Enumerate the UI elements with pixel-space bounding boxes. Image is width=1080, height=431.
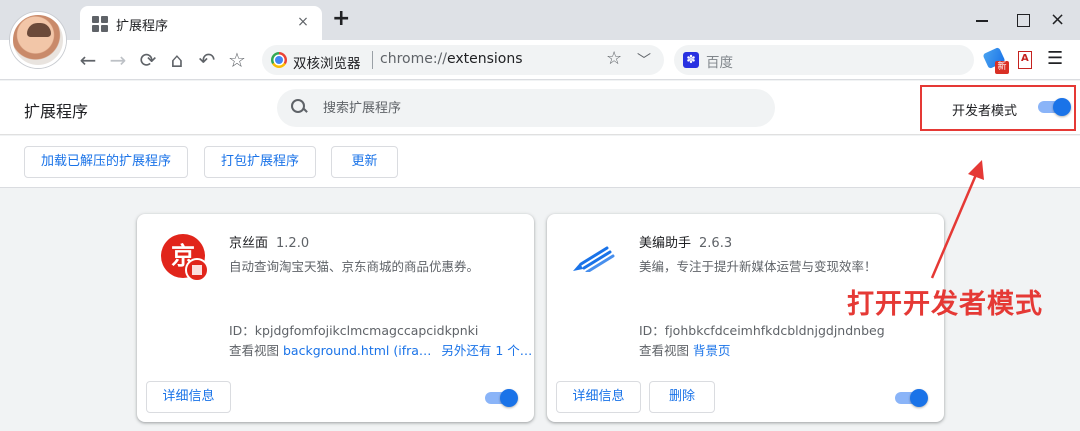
- extension-id: ID：kpjdgfomfojikclmcmagccapcidkpnki: [229, 323, 479, 338]
- extension-version: 1.2.0: [276, 236, 310, 251]
- bookmark-star-icon[interactable]: ☆: [225, 48, 249, 72]
- url-text[interactable]: chrome://extensions: [380, 51, 523, 67]
- details-button[interactable]: 详细信息: [146, 381, 231, 413]
- menu-icon[interactable]: ☰: [1047, 48, 1063, 69]
- tab-extensions[interactable]: 扩展程序 ×: [80, 6, 322, 40]
- chevron-down-icon[interactable]: ﹀: [637, 50, 651, 70]
- developer-mode-highlight-box: [920, 85, 1076, 131]
- browser-name: 双核浏览器: [293, 56, 361, 72]
- extension-version: 2.6.3: [699, 236, 733, 251]
- reload-icon[interactable]: ⟳: [136, 48, 160, 72]
- search-engine-name: 百度: [706, 55, 733, 71]
- title-bar: 扩展程序 × + ×: [0, 0, 1080, 40]
- extension-name: 京丝面 1.2.0: [229, 236, 310, 251]
- close-window-button[interactable]: ×: [1050, 10, 1070, 30]
- more-views-link[interactable]: 另外还有 1 个…: [441, 343, 532, 358]
- extension-card: 京 京丝面 1.2.0 自动查询淘宝天猫、京东商城的商品优惠券。 ID：kpjdg…: [137, 214, 534, 422]
- inspect-views: 查看视图 background.html (ifra… 另外还有 1 个…: [229, 343, 533, 358]
- toggle-knob: [910, 389, 928, 407]
- undo-close-icon[interactable]: ↶: [195, 48, 219, 72]
- toggle-knob: [500, 389, 518, 407]
- extension-enable-toggle[interactable]: [893, 389, 928, 407]
- address-bar[interactable]: 双核浏览器 chrome://extensions ☆ ﹀: [262, 45, 664, 75]
- load-unpacked-button[interactable]: 加载已解压的扩展程序: [24, 146, 188, 178]
- extension-search[interactable]: [277, 89, 775, 127]
- search-input[interactable]: [323, 98, 743, 118]
- extension-name: 美编助手 2.6.3: [639, 236, 733, 251]
- update-button[interactable]: 更新: [331, 146, 398, 178]
- background-page-link[interactable]: 背景页: [693, 343, 731, 358]
- remove-button[interactable]: 删除: [649, 381, 715, 413]
- extensions-grid-icon: [92, 16, 108, 32]
- minimize-button[interactable]: [972, 10, 992, 30]
- browser-toolbar: ← → ⟳ ⌂ ↶ ☆ 双核浏览器 chrome://extensions ☆ …: [0, 40, 1080, 80]
- pack-extension-button[interactable]: 打包扩展程序: [204, 146, 316, 178]
- new-badge: 新: [995, 61, 1009, 74]
- extensions-header: 扩展程序 开发者模式: [0, 81, 1080, 135]
- extension-id: ID：fjohbkcfdceimhfkdcbldnjgdjndnbeg: [639, 323, 885, 338]
- baidu-paw-icon: ✽: [683, 52, 699, 68]
- extension-description: 自动查询淘宝天猫、京东商城的商品优惠券。: [229, 259, 480, 274]
- developer-action-bar: 加载已解压的扩展程序 打包扩展程序 更新: [0, 136, 1080, 188]
- maximize-button[interactable]: [1013, 10, 1033, 30]
- inspect-view-link[interactable]: background.html (ifra…: [283, 343, 431, 358]
- address-separator: [372, 51, 373, 69]
- jd-badge-icon: [185, 258, 209, 282]
- tab-title: 扩展程序: [116, 19, 169, 34]
- extension-description: 美编，专注于提升新媒体运营与变现效率！: [639, 259, 877, 274]
- chrome-logo-icon: [271, 52, 287, 68]
- inspect-views: 查看视图 背景页: [639, 343, 731, 358]
- bookmark-page-star-icon[interactable]: ☆: [606, 48, 622, 69]
- forward-icon[interactable]: →: [106, 48, 130, 72]
- pdf-extension-icon[interactable]: [1018, 51, 1032, 69]
- pen-icon: [573, 246, 615, 272]
- search-box[interactable]: ✽ 百度: [674, 45, 974, 75]
- page-title: 扩展程序: [24, 102, 89, 121]
- extension-enable-toggle[interactable]: [483, 389, 518, 407]
- back-icon[interactable]: ←: [76, 48, 100, 72]
- avatar[interactable]: [10, 12, 66, 68]
- new-tab-button[interactable]: +: [332, 8, 350, 30]
- search-icon: [291, 99, 307, 115]
- home-icon[interactable]: ⌂: [165, 48, 189, 72]
- annotation-text: 打开开发者模式: [847, 289, 1043, 320]
- details-button[interactable]: 详细信息: [556, 381, 641, 413]
- tab-close-icon[interactable]: ×: [294, 13, 312, 31]
